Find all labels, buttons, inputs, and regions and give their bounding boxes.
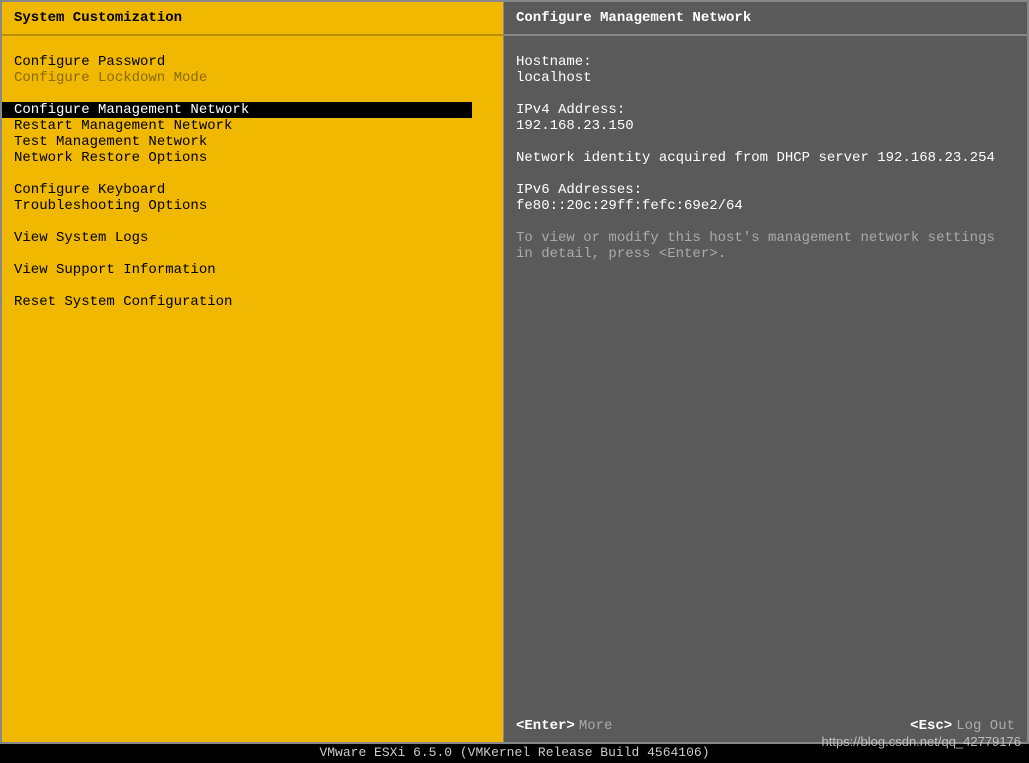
left-panel-title: System Customization: [2, 2, 503, 36]
ipv4-value: 192.168.23.150: [516, 118, 1015, 134]
ipv6-label: IPv6 Addresses:: [516, 182, 1015, 198]
esc-action: Log Out: [956, 718, 1015, 734]
menu-item[interactable]: Configure Password: [2, 54, 503, 70]
ipv4-label: IPv4 Address:: [516, 102, 1015, 118]
ipv6-value: fe80::20c:29ff:fefc:69e2/64: [516, 198, 1015, 214]
hostname-value: localhost: [516, 70, 1015, 86]
dhcp-info: Network identity acquired from DHCP serv…: [516, 150, 1015, 166]
left-panel: System Customization Configure PasswordC…: [2, 2, 504, 742]
menu-item[interactable]: Configure Management Network: [2, 102, 472, 118]
menu-item: Configure Lockdown Mode: [2, 70, 503, 86]
menu-item[interactable]: View Support Information: [2, 262, 503, 278]
menu-section: Configure PasswordConfigure Lockdown Mod…: [2, 36, 503, 326]
right-panel-title: Configure Management Network: [504, 2, 1027, 36]
enter-action: More: [579, 718, 613, 734]
menu-group: Configure Management NetworkRestart Mana…: [2, 102, 503, 166]
right-panel: Configure Management Network Hostname: l…: [504, 2, 1027, 742]
menu-item[interactable]: Network Restore Options: [2, 150, 503, 166]
watermark: https://blog.csdn.net/qq_42779176: [822, 734, 1022, 749]
menu-group: Reset System Configuration: [2, 294, 503, 310]
detail-content: Hostname: localhost IPv4 Address: 192.16…: [504, 36, 1027, 710]
menu-item[interactable]: View System Logs: [2, 230, 503, 246]
menu-item[interactable]: Test Management Network: [2, 134, 503, 150]
menu-group: View Support Information: [2, 262, 503, 278]
menu-item[interactable]: Configure Keyboard: [2, 182, 503, 198]
hostname-label: Hostname:: [516, 54, 1015, 70]
enter-hint[interactable]: <Enter>More: [516, 718, 612, 734]
menu-item[interactable]: Reset System Configuration: [2, 294, 503, 310]
menu-group: Configure KeyboardTroubleshooting Option…: [2, 182, 503, 214]
menu-item[interactable]: Restart Management Network: [2, 118, 503, 134]
esc-key: <Esc>: [910, 718, 952, 734]
menu-group: View System Logs: [2, 230, 503, 246]
menu-group: Configure PasswordConfigure Lockdown Mod…: [2, 54, 503, 86]
detail-hint: To view or modify this host's management…: [516, 230, 1015, 262]
enter-key: <Enter>: [516, 718, 575, 734]
esc-hint[interactable]: <Esc>Log Out: [910, 718, 1015, 734]
menu-item[interactable]: Troubleshooting Options: [2, 198, 503, 214]
